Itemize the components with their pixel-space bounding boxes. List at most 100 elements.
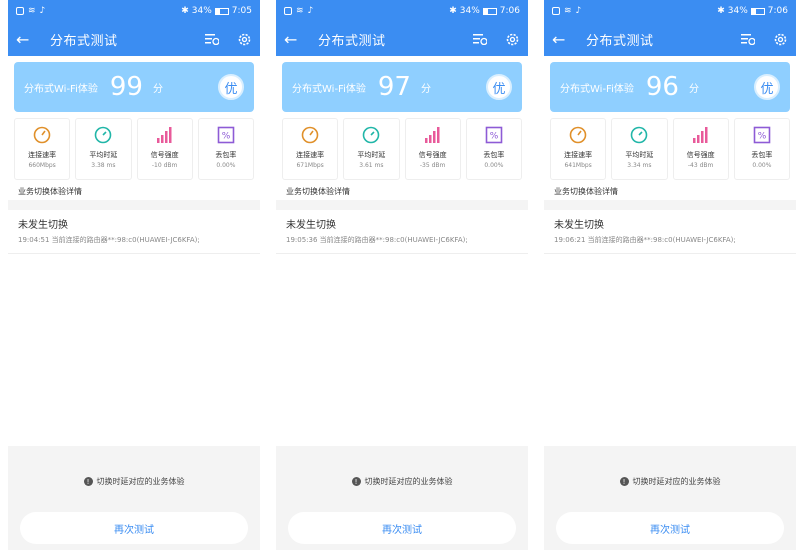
metric-value: -10 dBm (151, 162, 178, 169)
detail-text: 19:06:21 当前连接的路由器**:98:c0(HUAWEI-JC6KFA)… (554, 236, 736, 244)
metric-label: 信号强度 (418, 151, 447, 159)
phone-screen-1: ≋ ♪ ✱ 34% 7:05 ← 分布式测试 分布式Wi-Fi体验 99 分 优 连接… (8, 0, 260, 550)
info-icon: ! (351, 477, 361, 486)
speed-gauge-icon (569, 126, 587, 144)
percent-icon: % (485, 126, 503, 144)
clock: 7:06 (499, 6, 520, 16)
metric-label: 平均时延 (89, 151, 118, 159)
sim-icon (552, 7, 560, 15)
sim-icon (16, 7, 24, 15)
grade-badge: 优 (218, 74, 244, 100)
metric-packet-loss: % 丢包率 0.00% (465, 118, 522, 180)
metric-latency: 平均时延 3.38 ms (75, 118, 132, 180)
back-arrow-icon[interactable]: ← (552, 30, 572, 49)
settings-gear-icon[interactable] (237, 32, 252, 47)
battery-percent: 34% (191, 6, 212, 16)
metric-label: 丢包率 (751, 151, 773, 159)
grade-badge: 优 (754, 74, 780, 100)
latency-timer-icon (95, 126, 112, 144)
svg-text:%: % (490, 132, 499, 142)
hint-text: 切换时延对应的业务体验 (364, 477, 453, 486)
battery-percent: 34% (459, 6, 480, 16)
phone-screen-3: ≋ ♪ ✱ 34% 7:06 ← 分布式测试 分布式Wi-Fi体验 96 分 优 连接… (544, 0, 796, 550)
score-card: 分布式Wi-Fi体验 96 分 优 (550, 62, 790, 112)
bottom-panel: ! 切换时延对应的业务体验 再次测试 (8, 446, 260, 550)
section-divider (276, 200, 528, 210)
score-unit: 分 (420, 83, 431, 95)
metrics-row: 连接速率 660Mbps 平均时延 3.38 ms 信号强度 -10 dBm %… (14, 118, 254, 180)
metric-label: 连接速率 (296, 151, 325, 159)
metric-signal: 信号强度 -35 dBm (404, 118, 461, 180)
retest-button[interactable]: 再次测试 (20, 512, 248, 544)
metric-label: 连接速率 (28, 151, 57, 159)
bottom-panel: ! 切换时延对应的业务体验 再次测试 (276, 446, 528, 550)
section-header: 业务切换体验详情 (18, 187, 82, 196)
status-bar: ≋ ♪ ✱ 34% 7:05 (8, 0, 260, 22)
detail-title: 未发生切换 (554, 220, 604, 231)
hint-row[interactable]: ! 切换时延对应的业务体验 (544, 476, 796, 487)
metric-label: 丢包率 (483, 151, 505, 159)
section-header: 业务切换体验详情 (554, 187, 618, 196)
tiktok-icon: ♪ (575, 6, 582, 16)
battery-icon (750, 7, 765, 15)
metric-value: 671Mbps (296, 162, 324, 169)
score-label: 分布式Wi-Fi体验 (24, 83, 98, 95)
metric-packet-loss: % 丢包率 0.00% (733, 118, 790, 180)
percent-icon: % (753, 126, 771, 144)
score-card: 分布式Wi-Fi体验 99 分 优 (14, 62, 254, 112)
history-list-icon[interactable] (741, 33, 755, 45)
app-bar: ← 分布式测试 (544, 22, 796, 56)
settings-gear-icon[interactable] (773, 32, 788, 47)
latency-timer-icon (631, 126, 648, 144)
score-label: 分布式Wi-Fi体验 (560, 83, 634, 95)
hint-row[interactable]: ! 切换时延对应的业务体验 (276, 476, 528, 487)
info-icon: ! (83, 477, 93, 486)
metric-latency: 平均时延 3.34 ms (611, 118, 668, 180)
metric-value: 3.34 ms (627, 162, 652, 169)
metric-label: 信号强度 (686, 151, 715, 159)
metric-value: 3.38 ms (91, 162, 116, 169)
score-value: 96 (645, 72, 679, 102)
history-list-icon[interactable] (205, 33, 219, 45)
signal-bars-icon (156, 127, 172, 143)
metric-value: 641Mbps (564, 162, 592, 169)
battery-percent: 34% (727, 6, 748, 16)
metrics-row: 连接速率 671Mbps 平均时延 3.61 ms 信号强度 -35 dBm %… (282, 118, 522, 180)
score-unit: 分 (152, 83, 163, 95)
history-list-icon[interactable] (473, 33, 487, 45)
hint-text: 切换时延对应的业务体验 (96, 477, 185, 486)
metric-label: 丢包率 (215, 151, 237, 159)
status-bar: ≋ ♪ ✱ 34% 7:06 (276, 0, 528, 22)
metrics-row: 连接速率 641Mbps 平均时延 3.34 ms 信号强度 -43 dBm %… (550, 118, 790, 180)
back-arrow-icon[interactable]: ← (16, 30, 36, 49)
bluetooth-icon: ✱ (181, 6, 189, 16)
bottom-panel: ! 切换时延对应的业务体验 再次测试 (544, 446, 796, 550)
wifi-icon: ≋ (564, 6, 572, 16)
speed-gauge-icon (301, 126, 319, 144)
clock: 7:06 (767, 6, 788, 16)
page-title: 分布式测试 (318, 33, 386, 49)
retest-button[interactable]: 再次测试 (288, 512, 516, 544)
metric-signal: 信号强度 -43 dBm (672, 118, 729, 180)
page-title: 分布式测试 (586, 33, 654, 49)
metric-label: 平均时延 (625, 151, 654, 159)
bluetooth-icon: ✱ (717, 6, 725, 16)
score-value: 97 (377, 72, 411, 102)
app-bar: ← 分布式测试 (276, 22, 528, 56)
battery-icon (482, 7, 497, 15)
back-arrow-icon[interactable]: ← (284, 30, 304, 49)
metric-packet-loss: % 丢包率 0.00% (197, 118, 254, 180)
percent-icon: % (217, 126, 235, 144)
retest-button[interactable]: 再次测试 (556, 512, 784, 544)
speed-gauge-icon (33, 126, 51, 144)
wifi-icon: ≋ (296, 6, 304, 16)
metric-latency: 平均时延 3.61 ms (343, 118, 400, 180)
settings-gear-icon[interactable] (505, 32, 520, 47)
signal-bars-icon (692, 127, 708, 143)
metric-link-rate: 连接速率 671Mbps (282, 118, 339, 180)
hint-row[interactable]: ! 切换时延对应的业务体验 (8, 476, 260, 487)
section-divider (544, 200, 796, 210)
metric-link-rate: 连接速率 641Mbps (550, 118, 607, 180)
grade-badge: 优 (486, 74, 512, 100)
switch-detail-item: 未发生切换 19:05:36 当前连接的路由器**:98:c0(HUAWEI-J… (276, 210, 528, 254)
